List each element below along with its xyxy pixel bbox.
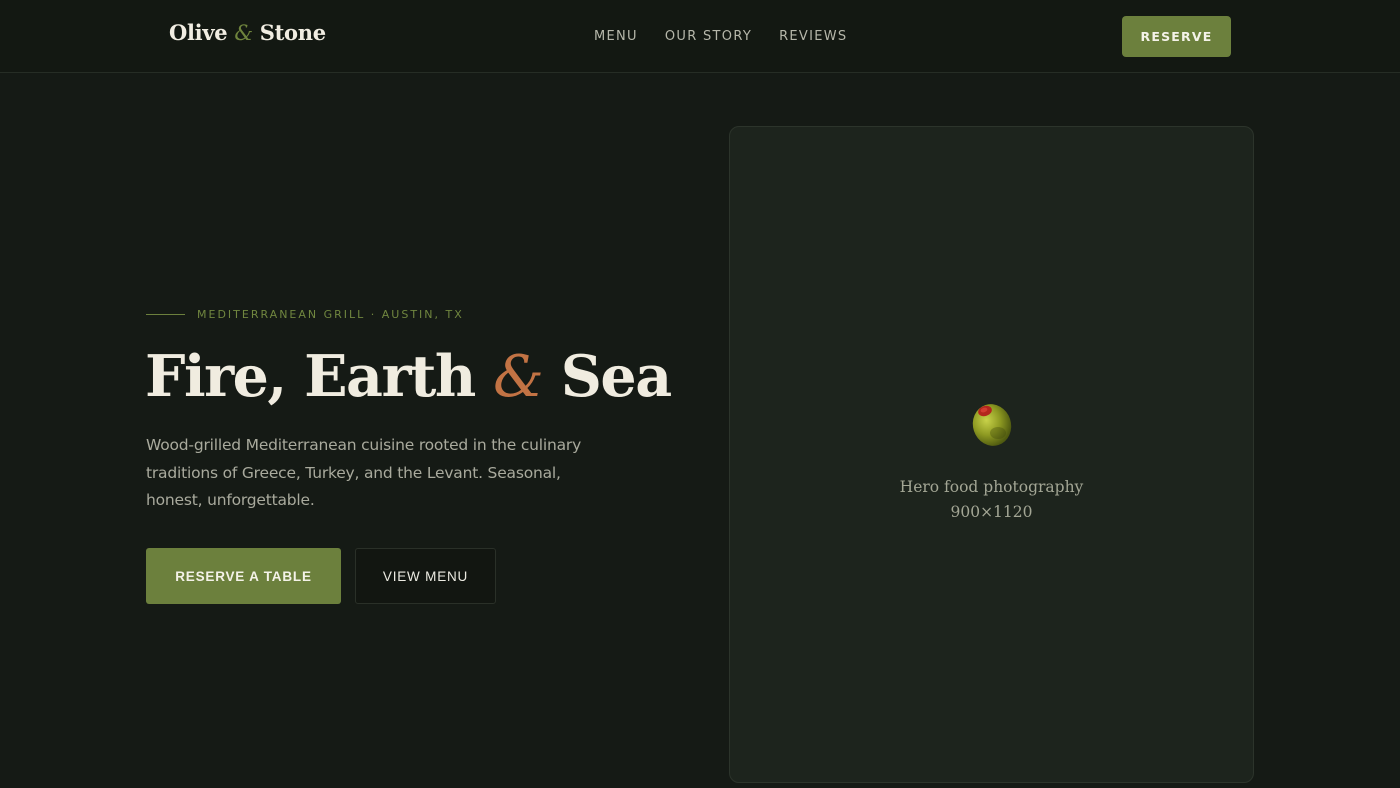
brand-ampersand: & xyxy=(234,21,253,45)
main-nav: MENU OUR STORY REVIEWS xyxy=(594,29,847,44)
brand-logo[interactable]: Olive & Stone xyxy=(169,20,326,45)
eyebrow-text: MEDITERRANEAN GRILL · AUSTIN, TX xyxy=(197,308,464,321)
headline-ampersand: & xyxy=(493,344,544,410)
brand-name-left: Olive xyxy=(169,20,228,45)
brand-name-right: Stone xyxy=(259,20,326,45)
image-caption: Hero food photography 900×1120 xyxy=(730,475,1253,525)
hero-description: Wood-grilled Mediterranean cuisine roote… xyxy=(146,436,582,509)
hero-eyebrow: MEDITERRANEAN GRILL · AUSTIN, TX xyxy=(146,308,464,321)
header-reserve-button[interactable]: RESERVE xyxy=(1122,16,1231,57)
headline-part2: Sea xyxy=(560,343,672,410)
hero-headline: Fire, Earth & Sea xyxy=(145,338,672,416)
nav-link-menu[interactable]: MENU xyxy=(594,29,638,44)
eyebrow-rule xyxy=(146,314,185,315)
nav-link-our-story[interactable]: OUR STORY xyxy=(665,29,752,44)
reserve-table-button[interactable]: RESERVE A TABLE xyxy=(146,548,341,604)
image-caption-size: 900×1120 xyxy=(950,503,1033,521)
view-menu-button[interactable]: VIEW MENU xyxy=(355,548,496,604)
image-caption-title: Hero food photography xyxy=(899,478,1084,496)
hero-image-placeholder: Hero food photography 900×1120 xyxy=(729,126,1254,783)
headline-part1: Fire, Earth xyxy=(145,343,476,410)
site-header: Olive & Stone MENU OUR STORY REVIEWS RES… xyxy=(0,0,1400,73)
olive-icon xyxy=(972,404,1012,446)
nav-link-reviews[interactable]: REVIEWS xyxy=(779,29,847,44)
